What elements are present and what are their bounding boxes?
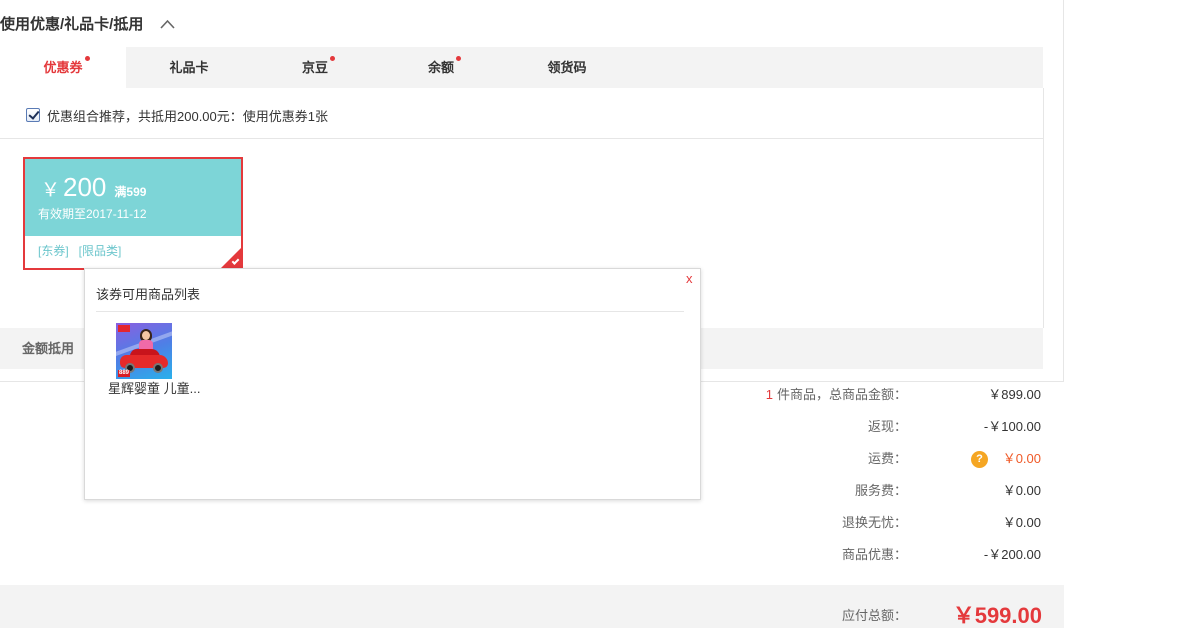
popup-close-button[interactable]: x <box>686 271 693 287</box>
summary-value: ￥0.00 <box>1002 451 1041 466</box>
coupon-expiry: 有效期至2017-11-12 <box>38 207 147 221</box>
tab-gift-card[interactable]: 礼品卡 <box>126 47 252 88</box>
tab-label-wrap: 京豆 <box>301 47 335 88</box>
coupon-currency: ￥ <box>41 180 61 201</box>
tab-label: 领货码 <box>547 60 587 75</box>
checkout-discount-page: 使用优惠/礼品卡/抵用 优惠券 礼品卡 京豆 余额 领货码 优惠组合推荐，共抵用… <box>0 0 1177 628</box>
popup-title: 该券可用商品列表 <box>96 287 201 302</box>
tab-notice-dot <box>330 56 335 61</box>
summary-label: 1 件商品，总商品金额： <box>766 379 907 411</box>
total-label: 应付总额： <box>841 608 907 623</box>
tab-label-wrap: 领货码 <box>547 47 586 88</box>
summary-value: -￥200.00 <box>983 547 1041 562</box>
summary-label: 运费： <box>867 451 907 466</box>
tab-notice-dot <box>84 56 90 61</box>
amount-deduction-label: 金额抵用 <box>22 341 75 356</box>
coupon-threshold: 满599 <box>114 185 147 199</box>
coupon-tags: [东券] [限品类] <box>38 243 121 259</box>
tab-label-wrap: 余额 <box>427 47 461 88</box>
tab-redeem-code[interactable]: 领货码 <box>504 47 630 88</box>
summary-label: 退换无忧： <box>841 515 907 530</box>
recommend-text: 优惠组合推荐，共抵用200.00元：使用优惠券1张 <box>47 109 328 124</box>
coupon-tag: [东券] <box>38 244 69 258</box>
summary-value: ￥0.00 <box>1002 515 1041 530</box>
coupon-tag: [限品类] <box>78 244 122 258</box>
section-title: 使用优惠/礼品卡/抵用 <box>0 16 144 33</box>
recommend-checkbox[interactable] <box>26 108 40 122</box>
summary-label: 返现： <box>867 419 907 434</box>
summary-row-discount: 商品优惠： -￥200.00 <box>0 539 1043 571</box>
chevron-up-icon[interactable] <box>159 18 176 30</box>
summary-row-return-insurance: 退换无忧： ￥0.00 <box>0 507 1043 539</box>
summary-label-text: 件商品，总商品金额： <box>776 387 907 402</box>
tab-balance[interactable]: 余额 <box>378 47 504 88</box>
tab-label: 京豆 <box>301 60 328 75</box>
discount-tabs: 优惠券 礼品卡 京豆 余额 领货码 <box>0 47 1043 88</box>
summary-label: 服务费： <box>854 483 907 498</box>
thumb-wheel-shape <box>153 363 163 373</box>
tab-label-wrap: 礼品卡 <box>169 47 208 88</box>
summary-value: -￥100.00 <box>983 419 1041 434</box>
tab-notice-dot <box>456 56 461 61</box>
thumb-child-head-shape <box>142 331 150 340</box>
tab-label: 优惠券 <box>43 60 83 75</box>
tab-coupon[interactable]: 优惠券 <box>0 47 126 88</box>
summary-value: ￥0.00 <box>1002 483 1041 498</box>
thumb-banner-shape <box>118 325 130 332</box>
product-name-link[interactable]: 星辉婴童 儿童... <box>108 381 200 397</box>
summary-label: 商品优惠： <box>841 547 907 562</box>
divider <box>96 311 684 312</box>
divider <box>0 138 1043 139</box>
coupon-header: ￥ 200 满599 有效期至2017-11-12 <box>25 159 241 236</box>
coupon-amount-line: ￥ 200 满599 <box>41 172 146 202</box>
item-count: 1 <box>765 387 773 402</box>
tab-label: 礼品卡 <box>169 60 209 75</box>
coupon-card[interactable]: ￥ 200 满599 有效期至2017-11-12 [东券] [限品类] <box>23 157 243 270</box>
total-bar: 应付总额： ￥599.00 <box>0 585 1064 628</box>
tab-label: 余额 <box>427 60 454 75</box>
total-amount: ￥599.00 <box>952 603 1042 628</box>
coupon-products-popup: x 该券可用商品列表 889 星辉婴童 儿童... <box>84 268 701 500</box>
summary-value: ￥899.00 <box>988 387 1041 402</box>
coupon-amount: 200 <box>63 172 107 202</box>
tab-jd-beans[interactable]: 京豆 <box>252 47 378 88</box>
thumb-image-text: 889 <box>118 370 131 377</box>
tab-label-wrap: 优惠券 <box>43 47 90 88</box>
product-thumbnail[interactable]: 889 <box>116 323 172 379</box>
